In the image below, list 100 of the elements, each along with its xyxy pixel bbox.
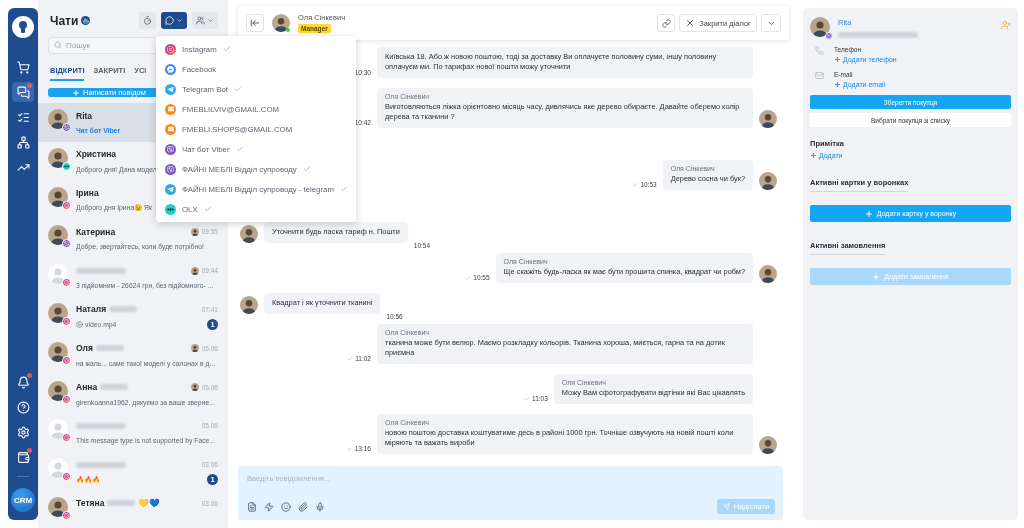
plus-icon <box>834 56 841 63</box>
contact-name: Катерина <box>76 226 116 237</box>
plus-icon <box>872 272 881 281</box>
alert-dot <box>27 373 32 378</box>
manager-avatar <box>190 344 199 353</box>
close-icon <box>685 18 696 28</box>
name-emoji: 💛💙 <box>138 498 161 509</box>
avatar <box>759 265 777 284</box>
caret-icon <box>176 17 183 24</box>
avatar <box>240 225 258 244</box>
contact-name: Тетяна <box>76 498 105 509</box>
blurred-name <box>95 345 124 352</box>
logo-icon[interactable] <box>12 16 34 38</box>
viber-icon <box>62 239 71 249</box>
plus-icon <box>72 88 80 97</box>
instagram-icon <box>165 43 176 55</box>
check-icon <box>222 45 231 53</box>
chat-bubble-icon <box>165 16 174 25</box>
panel-title: Чати <box>50 13 79 28</box>
manager-avatar <box>190 266 199 275</box>
lightning-icon[interactable] <box>264 501 274 512</box>
check-icon <box>524 395 531 402</box>
telegram-icon <box>165 183 176 195</box>
contact-name: Христина <box>76 149 117 160</box>
blurred-name <box>76 422 126 429</box>
caret-icon <box>207 17 214 24</box>
microphone-icon[interactable] <box>315 501 325 512</box>
viber-icon <box>825 32 833 40</box>
avatar <box>759 172 777 191</box>
avatar <box>759 436 777 454</box>
instagram-icon <box>62 200 71 210</box>
check-icon <box>465 274 472 281</box>
template-icon[interactable] <box>247 501 257 512</box>
avatar <box>759 110 777 129</box>
instagram-icon <box>62 278 71 288</box>
chat-bubbles-button[interactable] <box>12 82 34 102</box>
check-icon <box>302 165 311 173</box>
check-icon <box>203 205 212 213</box>
instagram-icon <box>62 355 71 365</box>
cart-icon <box>16 60 30 74</box>
blurred-name <box>76 267 126 274</box>
send-icon <box>722 503 730 510</box>
phone-icon <box>815 46 824 55</box>
arrow-left-icon <box>250 18 260 28</box>
link-icon <box>661 18 671 28</box>
olx-icon <box>165 203 176 215</box>
users-filter-button[interactable] <box>192 12 218 29</box>
plus-icon <box>834 81 841 88</box>
avatar <box>810 17 830 37</box>
blurred-name <box>100 384 129 391</box>
contact-name: Анна <box>76 382 98 393</box>
contact-name: Наталя <box>76 304 107 315</box>
viber-icon <box>165 143 176 155</box>
mail-icon <box>815 71 824 80</box>
timer-filter-button[interactable] <box>139 12 156 29</box>
blurred-name <box>107 500 136 507</box>
plus-icon <box>810 152 817 159</box>
olx-icon <box>62 161 71 171</box>
bell-icon <box>16 375 30 389</box>
check-icon <box>632 181 639 188</box>
envelope-icon <box>165 123 176 135</box>
manager-avatar <box>190 383 199 392</box>
check-icon <box>347 355 354 362</box>
emoji-icon[interactable] <box>281 501 291 512</box>
search-icon <box>54 41 62 49</box>
checklist-icon <box>16 110 30 124</box>
users-icon <box>196 16 205 25</box>
chat-bubbles-icon <box>16 85 30 99</box>
brand-logo[interactable]: CRM <box>11 488 35 512</box>
blurred-name <box>76 461 126 468</box>
collapse-button[interactable] <box>246 14 264 32</box>
hierarchy-icon <box>16 135 30 149</box>
wallet-icon <box>16 450 30 464</box>
link-button[interactable] <box>657 14 675 32</box>
instagram-icon <box>62 394 71 404</box>
instagram-icon <box>62 510 71 520</box>
plus-icon <box>864 209 873 218</box>
viber-icon <box>165 163 176 175</box>
messenger-icon <box>165 63 176 75</box>
instagram-icon <box>62 433 71 443</box>
alert-dot <box>27 83 32 88</box>
contact-name: Оля <box>76 343 93 354</box>
manager-avatar <box>190 227 199 236</box>
help-icon <box>16 400 30 414</box>
timer-icon <box>143 16 152 25</box>
avatar <box>272 14 290 32</box>
instagram-icon <box>62 472 71 482</box>
check-icon <box>346 445 353 452</box>
attach-icon[interactable] <box>298 501 308 512</box>
blurred-name <box>109 306 138 313</box>
play-icon <box>76 321 83 328</box>
check-icon <box>235 145 244 153</box>
instagram-icon <box>62 317 71 326</box>
settings-icon <box>16 425 30 439</box>
contact-name: Rita <box>76 110 93 121</box>
bot-icon <box>81 16 91 25</box>
avatar <box>240 296 258 315</box>
viber-icon <box>62 123 71 132</box>
chat-bubble-filter-button[interactable] <box>161 12 187 29</box>
contact-name: Ірина <box>76 188 99 199</box>
